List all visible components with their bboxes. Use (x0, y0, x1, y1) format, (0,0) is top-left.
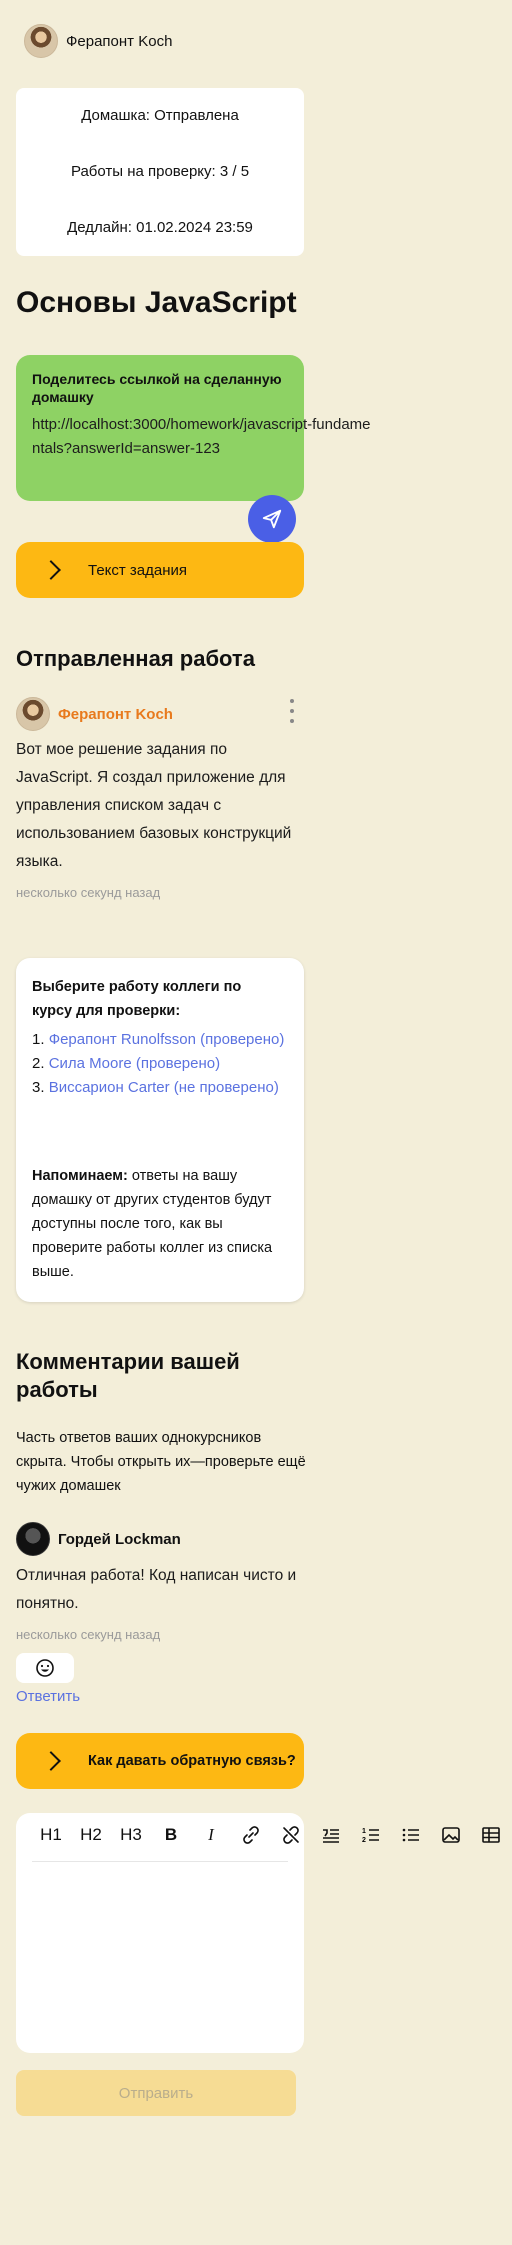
bullet-list-icon[interactable] (394, 1818, 428, 1852)
comment-author[interactable]: Гордей Lockman (16, 1522, 181, 1556)
review-card: Выберите работу коллеги по курсу для про… (16, 958, 304, 1302)
page-title: Основы JavaScript (16, 286, 297, 319)
avatar (16, 697, 50, 731)
submitted-heading: Отправленная работа (16, 646, 255, 671)
chevron-right-icon (41, 1751, 61, 1771)
review-link[interactable]: Виссарион Carter (не проверено) (49, 1079, 279, 1096)
share-card: Поделитесь ссылкой на сделанную домашку … (16, 355, 371, 501)
svg-text:1: 1 (362, 1828, 366, 1835)
avatar (16, 1522, 50, 1556)
comment-time: несколько секунд назад (16, 1627, 161, 1642)
link-icon[interactable] (234, 1818, 268, 1852)
reviews-status: Работы на проверку: 3 / 5 (70, 163, 250, 180)
review-link[interactable]: Сила Moore (проверено) (49, 1055, 220, 1072)
submitted-author[interactable]: Ферапонт Koch (16, 697, 173, 731)
comment-text: Отличная работа! Код написан чисто и пон… (16, 1567, 297, 1612)
heading-3-button[interactable]: H3 (114, 1818, 148, 1852)
share-title: Поделитесь ссылкой на сделанную домашку (32, 371, 282, 405)
heading-1-button[interactable]: H1 (34, 1818, 68, 1852)
submitted-text: Вот мое решение задания по JavaScript. Я… (16, 741, 292, 870)
toolbar-divider (32, 1861, 288, 1862)
quote-icon[interactable] (314, 1818, 348, 1852)
send-icon (262, 509, 282, 529)
smile-icon (36, 1659, 54, 1677)
share-link[interactable]: http://localhost:3000/homework/javascrip… (32, 413, 372, 461)
comments-note: Часть ответов ваших однокурсников скрыта… (16, 1430, 306, 1494)
list-item: 3. Виссарион Carter (не проверено) (32, 1079, 279, 1096)
review-title: Выберите работу коллеги по курсу для про… (32, 979, 242, 1019)
list-item: 2. Сила Moore (проверено) (32, 1055, 221, 1072)
ordered-list-icon[interactable]: 12 (354, 1818, 388, 1852)
bold-button[interactable]: B (154, 1818, 188, 1852)
unlink-icon[interactable] (274, 1818, 308, 1852)
header-user[interactable]: Ферапонт Koch (24, 24, 172, 58)
italic-button[interactable]: I (194, 1818, 228, 1852)
header-user-name: Ферапонт Koch (66, 32, 173, 50)
submit-button[interactable]: Отправить (16, 2070, 296, 2116)
reaction-button[interactable] (16, 1653, 74, 1683)
deadline: Дедлайн: 01.02.2024 23:59 (67, 219, 253, 236)
homework-status: Домашка: Отправлена (81, 107, 239, 124)
submitted-time: несколько секунд назад (16, 885, 161, 900)
chevron-right-icon (41, 560, 61, 580)
image-icon[interactable] (434, 1818, 468, 1852)
more-menu-icon[interactable] (288, 699, 296, 723)
editor-textarea[interactable] (32, 1873, 288, 2043)
svg-text:2: 2 (362, 1837, 366, 1844)
review-link[interactable]: Ферапонт Runolfsson (проверено) (49, 1031, 285, 1048)
comments-heading: Комментарии вашей работы (16, 1349, 240, 1402)
status-card: Домашка: Отправлена Работы на проверку: … (16, 88, 304, 256)
list-item: 1. Ферапонт Runolfsson (проверено) (32, 1031, 285, 1048)
review-list: 1. Ферапонт Runolfsson (проверено) 2. Си… (32, 1028, 292, 1100)
avatar (24, 24, 58, 58)
feedback-button[interactable]: Как давать обратную связь? (16, 1733, 304, 1789)
heading-2-button[interactable]: H2 (74, 1818, 108, 1852)
share-button[interactable] (248, 495, 296, 543)
editor-toolbar: H1 H2 H3 B I 12 (34, 1818, 508, 1852)
task-text-button[interactable]: Текст задания (16, 542, 304, 598)
review-reminder: Напоминаем: ответы на вашу домашку от др… (32, 1168, 273, 1280)
reply-link[interactable]: Ответить (16, 1688, 80, 1705)
table-icon[interactable] (474, 1818, 508, 1852)
